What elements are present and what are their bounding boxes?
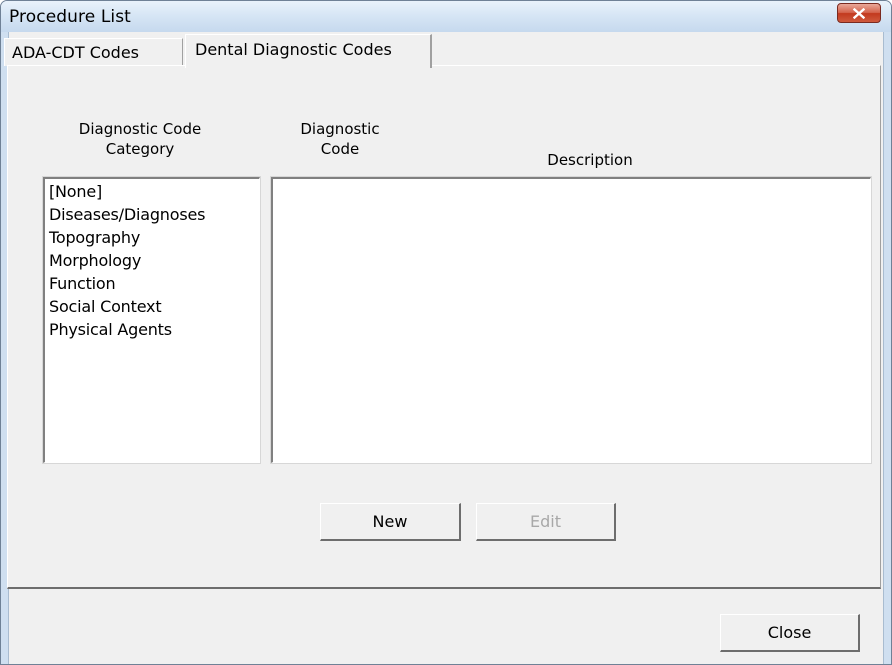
list-item[interactable]: Diseases/Diagnoses bbox=[45, 203, 259, 226]
window-close-button[interactable] bbox=[837, 3, 881, 23]
close-button[interactable]: Close bbox=[720, 614, 860, 652]
list-item[interactable]: Social Context bbox=[45, 295, 259, 318]
diagnostic-code-header: Diagnostic Code bbox=[300, 120, 380, 158]
category-listbox[interactable]: [None] Diseases/Diagnoses Topography Mor… bbox=[43, 177, 260, 463]
tab-dental-diagnostic-codes[interactable]: Dental Diagnostic Codes bbox=[185, 34, 432, 68]
list-item[interactable]: Physical Agents bbox=[45, 318, 259, 341]
close-icon bbox=[853, 8, 865, 19]
list-item[interactable]: Morphology bbox=[45, 249, 259, 272]
list-item[interactable]: [None] bbox=[45, 180, 259, 203]
list-item[interactable]: Function bbox=[45, 272, 259, 295]
new-button[interactable]: New bbox=[320, 503, 461, 541]
list-item[interactable]: Topography bbox=[45, 226, 259, 249]
codes-list[interactable] bbox=[271, 177, 871, 463]
tab-label: Dental Diagnostic Codes bbox=[195, 40, 392, 59]
category-header: Diagnostic Code Category bbox=[78, 120, 202, 158]
edit-button: Edit bbox=[476, 503, 616, 541]
title-bar[interactable]: Procedure List bbox=[1, 1, 891, 32]
window-title: Procedure List bbox=[9, 7, 131, 27]
description-header: Description bbox=[547, 151, 633, 169]
tab-ada-cdt-codes[interactable]: ADA-CDT Codes bbox=[4, 38, 183, 66]
tab-label: ADA-CDT Codes bbox=[12, 43, 139, 62]
